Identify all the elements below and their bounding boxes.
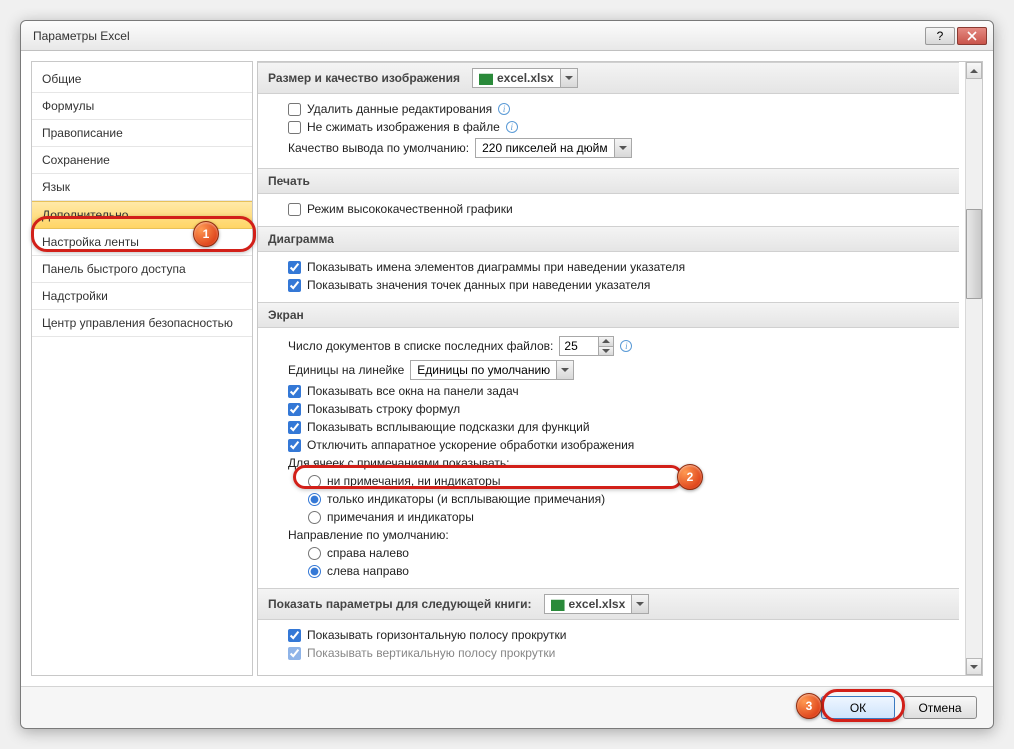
content-scroll: Размер и качество изображения excel.xlsx… [258, 62, 965, 675]
image-file-dropdown[interactable]: excel.xlsx [472, 68, 578, 88]
direction-ltr-radio[interactable] [308, 565, 321, 578]
book-file-dropdown[interactable]: excel.xlsx [544, 594, 650, 614]
sidebar-item-save[interactable]: Сохранение [32, 147, 252, 174]
sidebar-item-language[interactable]: Язык [32, 174, 252, 201]
sidebar-item-qat[interactable]: Панель быстрого доступа [32, 256, 252, 283]
hq-graphics-checkbox[interactable] [288, 203, 301, 216]
no-compress-checkbox[interactable] [288, 121, 301, 134]
sidebar-item-advanced[interactable]: Дополнительно [32, 201, 252, 229]
close-button[interactable] [957, 27, 987, 45]
sidebar-item-addins[interactable]: Надстройки [32, 283, 252, 310]
recent-files-spinner[interactable]: 25 [559, 336, 614, 356]
callout-badge-1: 1 [193, 221, 219, 247]
sidebar-item-proofing[interactable]: Правописание [32, 120, 252, 147]
chevron-down-icon [614, 139, 631, 157]
spinner-up[interactable] [599, 337, 613, 347]
section-print-header: Печать [258, 168, 959, 194]
scroll-thumb[interactable] [966, 209, 982, 299]
callout-badge-3: 3 [796, 693, 822, 719]
scroll-down-button[interactable] [966, 658, 982, 675]
sidebar-item-ribbon[interactable]: Настройка ленты [32, 229, 252, 256]
vertical-scrollbar[interactable] [965, 62, 982, 675]
hscroll-checkbox[interactable] [288, 629, 301, 642]
chevron-down-icon [556, 361, 573, 379]
excel-options-dialog: Параметры Excel ? Общие Формулы Правопис… [20, 20, 994, 729]
cancel-button[interactable]: Отмена [903, 696, 977, 719]
direction-rtl-radio[interactable] [308, 547, 321, 560]
show-all-windows-checkbox[interactable] [288, 385, 301, 398]
sidebar: Общие Формулы Правописание Сохранение Яз… [31, 61, 253, 676]
chart-show-values-checkbox[interactable] [288, 279, 301, 292]
default-quality-dropdown[interactable]: 220 пикселей на дюйм [475, 138, 632, 158]
vscroll-checkbox[interactable] [288, 647, 301, 660]
ruler-units-dropdown[interactable]: Единицы по умолчанию [410, 360, 574, 380]
comments-none-radio[interactable] [308, 475, 321, 488]
show-fn-tooltips-checkbox[interactable] [288, 421, 301, 434]
content-pane: Размер и качество изображения excel.xlsx… [257, 61, 983, 676]
dialog-body: Общие Формулы Правописание Сохранение Яз… [21, 51, 993, 686]
titlebar: Параметры Excel ? [21, 21, 993, 51]
chevron-down-icon [631, 595, 648, 613]
disable-hw-accel-checkbox[interactable] [288, 439, 301, 452]
close-icon [967, 31, 977, 41]
section-image-header: Размер и качество изображения excel.xlsx [258, 62, 959, 94]
dialog-title: Параметры Excel [33, 29, 923, 43]
sidebar-item-formulas[interactable]: Формулы [32, 93, 252, 120]
section-book-header: Показать параметры для следующей книги: … [258, 588, 959, 620]
info-icon[interactable]: i [620, 340, 632, 352]
chart-show-names-checkbox[interactable] [288, 261, 301, 274]
sidebar-item-trustcenter[interactable]: Центр управления безопасностью [32, 310, 252, 337]
info-icon[interactable]: i [506, 121, 518, 133]
ok-button[interactable]: ОК [821, 696, 895, 719]
dialog-footer: ОК Отмена [21, 686, 993, 728]
spinner-down[interactable] [599, 347, 613, 356]
comments-both-radio[interactable] [308, 511, 321, 524]
section-chart-header: Диаграмма [258, 226, 959, 252]
callout-badge-2: 2 [677, 464, 703, 490]
help-button[interactable]: ? [925, 27, 955, 45]
chevron-down-icon [560, 69, 577, 87]
show-formula-bar-checkbox[interactable] [288, 403, 301, 416]
scroll-up-button[interactable] [966, 62, 982, 79]
sidebar-item-general[interactable]: Общие [32, 66, 252, 93]
delete-edit-data-checkbox[interactable] [288, 103, 301, 116]
section-screen-header: Экран [258, 302, 959, 328]
info-icon[interactable]: i [498, 103, 510, 115]
comments-indicators-radio[interactable] [308, 493, 321, 506]
